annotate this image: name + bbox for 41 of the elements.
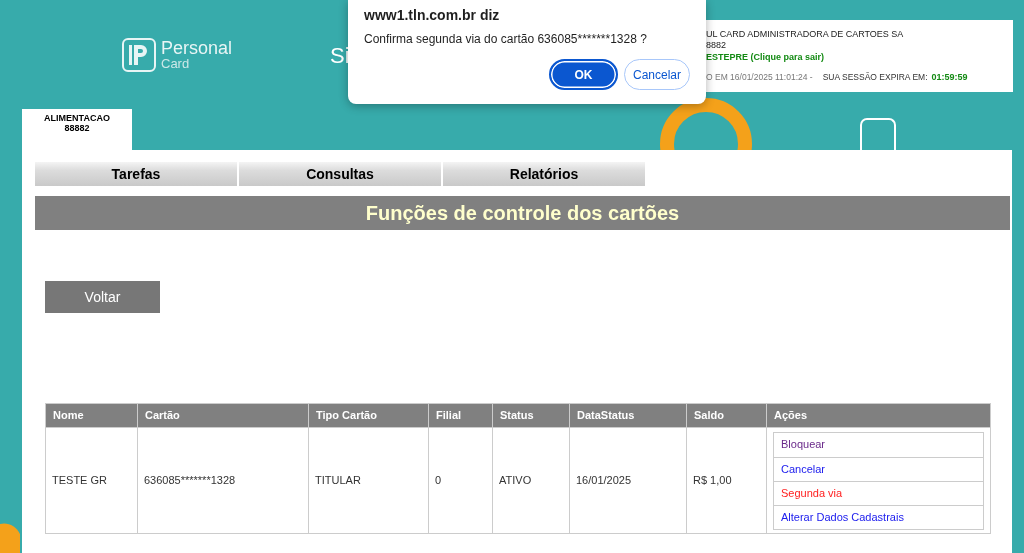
system-title: Si (330, 44, 350, 68)
logo-name: Personal (161, 39, 233, 57)
table-cell: 0 (428, 427, 493, 534)
table-cell: 636085*******1328 (137, 427, 309, 534)
column-header: Filial (428, 403, 493, 428)
action-link[interactable]: Alterar Dados Cadastrais (774, 504, 983, 529)
ok-button[interactable]: OK (549, 59, 618, 90)
table-cell: TESTE GR (45, 427, 138, 534)
menu-tab[interactable]: Tarefas (35, 162, 237, 186)
action-link[interactable]: Segunda via (774, 480, 983, 505)
column-header: Ações (766, 403, 991, 428)
column-header: Tipo Cartão (308, 403, 429, 428)
page-title-bar: Funções de controle dos cartões (35, 196, 1010, 230)
table-cell: TITULAR (308, 427, 429, 534)
action-link[interactable]: Cancelar (774, 456, 983, 481)
column-header: Cartão (137, 403, 309, 428)
dialog-message: Confirma segunda via do cartão 636085*******1328 ? (364, 32, 647, 46)
last-access-text: O EM 16/01/2025 11:01:24 - (706, 72, 813, 83)
logo-icon (122, 38, 156, 72)
column-header: DataStatus (569, 403, 687, 428)
account-code: 8882 (706, 40, 727, 51)
table-cell: R$ 1,00 (686, 427, 767, 534)
cancel-button[interactable]: Cancelar (624, 59, 690, 90)
dialog-title: www1.tln.com.br diz (364, 6, 500, 24)
company-name: UL CARD ADMINISTRADORA DE CARTOES SA (706, 29, 904, 40)
menu-tab[interactable]: Consultas (239, 162, 441, 186)
column-header: Status (492, 403, 570, 428)
logo-subname: Card (161, 57, 191, 71)
action-link[interactable]: Bloquear (774, 432, 983, 457)
tab-label: ALIMENTACAO (44, 113, 110, 123)
logout-link[interactable]: ESTEPRE (Clique para sair) (706, 52, 825, 63)
table-cell: ATIVO (492, 427, 570, 534)
menu-tab[interactable]: Relatórios (443, 162, 645, 186)
column-header: Nome (45, 403, 138, 428)
card-tab[interactable]: ALIMENTACAO 88882 (22, 109, 132, 150)
tab-code: 88882 (64, 123, 90, 133)
session-expiry-label: SUA SESSÃO EXPIRA EM: (822, 72, 928, 83)
session-expiry-time: 01:59:59 (931, 72, 968, 83)
column-header: Saldo (686, 403, 767, 428)
back-button[interactable]: Voltar (45, 281, 160, 313)
table-cell: 16/01/2025 (569, 427, 687, 534)
